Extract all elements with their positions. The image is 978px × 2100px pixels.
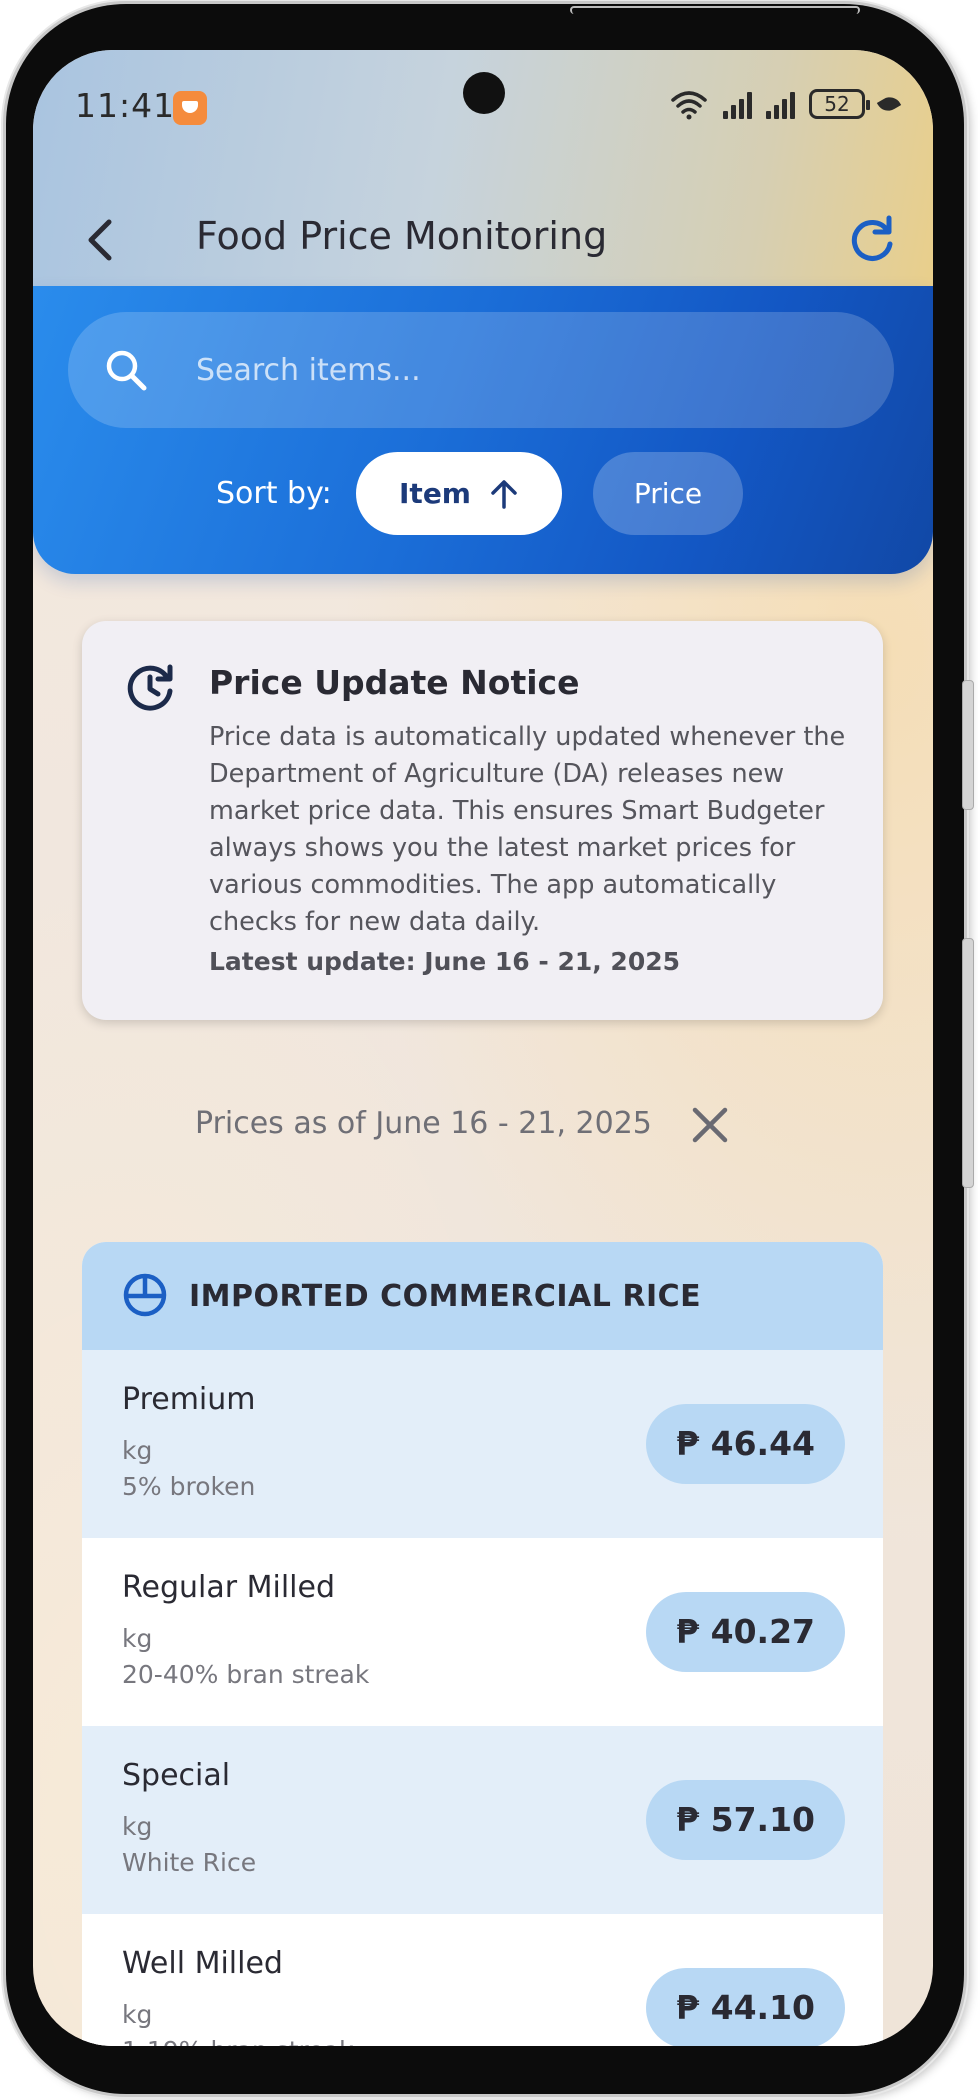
item-name: Well Milled [122,1946,283,1981]
phone-top-edge [570,6,860,14]
status-icons: 52 [669,88,902,120]
refresh-button[interactable] [843,210,903,270]
back-button[interactable] [75,212,131,268]
signal-icon-1 [723,89,752,119]
wifi-icon [671,91,707,120]
item-name: Premium [122,1382,256,1417]
price-update-notice: Price Update Notice Price data is automa… [82,621,883,1020]
status-bar: 11:41 52 [33,50,933,160]
battery-level: 52 [824,92,850,116]
item-description: 5% broken [122,1472,256,1501]
category-header[interactable]: IMPORTED COMMERCIAL RICE [82,1242,883,1350]
front-camera [463,72,505,114]
prices-as-of-banner: Prices as of June 16 - 21, 2025 [195,1106,652,1141]
search-input[interactable] [196,340,856,400]
header-area: 11:41 52 Food Price Monitoring [33,50,933,286]
rice-bowl-icon [123,1273,167,1317]
item-unit: kg [122,2000,153,2029]
item-unit: kg [122,1436,153,1465]
item-description: 1-19% bran streak [122,2036,353,2046]
notice-latest-update: Latest update: June 16 - 21, 2025 [209,947,681,976]
leaf-icon [876,92,902,116]
item-description: 20-40% bran streak [122,1660,370,1689]
search-icon [106,350,147,391]
category-title: IMPORTED COMMERCIAL RICE [189,1279,702,1314]
item-name: Regular Milled [122,1570,335,1605]
notice-title: Price Update Notice [209,663,580,702]
item-unit: kg [122,1812,153,1841]
notification-app-icon [173,91,207,125]
arrow-back-icon [88,219,112,261]
search-sort-panel: Sort by: Item Price [33,286,933,574]
item-description: White Rice [122,1848,257,1877]
list-item[interactable]: Regular Milled kg 20-40% bran streak ₱ 4… [82,1538,883,1726]
power-button [962,680,974,810]
update-clock-icon [127,664,173,711]
dismiss-banner-button[interactable] [687,1102,733,1148]
status-time: 11:41 [75,86,176,125]
item-name: Special [122,1758,231,1793]
list-item[interactable]: Special kg White Rice ₱ 57.10 [82,1726,883,1914]
category-card: IMPORTED COMMERCIAL RICE Premium kg 5% b… [82,1242,883,2046]
sort-by-price-button[interactable]: Price [593,452,743,535]
close-icon [692,1107,728,1143]
price-badge: ₱ 57.10 [646,1780,845,1860]
signal-icon-2 [766,89,795,119]
list-item[interactable]: Premium kg 5% broken ₱ 46.44 [82,1350,883,1538]
price-badge: ₱ 44.10 [646,1968,845,2046]
volume-button [962,938,974,1188]
price-badge: ₱ 40.27 [646,1592,845,1672]
refresh-icon [851,215,893,261]
sort-item-label: Item [399,477,471,510]
price-badge: ₱ 46.44 [646,1404,845,1484]
page-title: Food Price Monitoring [196,214,608,258]
notice-body: Price data is automatically updated when… [209,722,846,937]
list-item[interactable]: Well Milled kg 1-19% bran streak ₱ 44.10 [82,1914,883,2046]
sort-label: Sort by: [216,476,332,511]
search-box[interactable] [68,312,894,428]
screen: 11:41 52 Food Price Monitoring Search it… [33,50,933,2046]
sort-by-item-button[interactable]: Item [356,452,562,535]
battery-icon: 52 [809,89,870,119]
item-unit: kg [122,1624,153,1653]
arrow-up-icon [491,479,517,509]
app-bar: Food Price Monitoring [33,200,933,280]
